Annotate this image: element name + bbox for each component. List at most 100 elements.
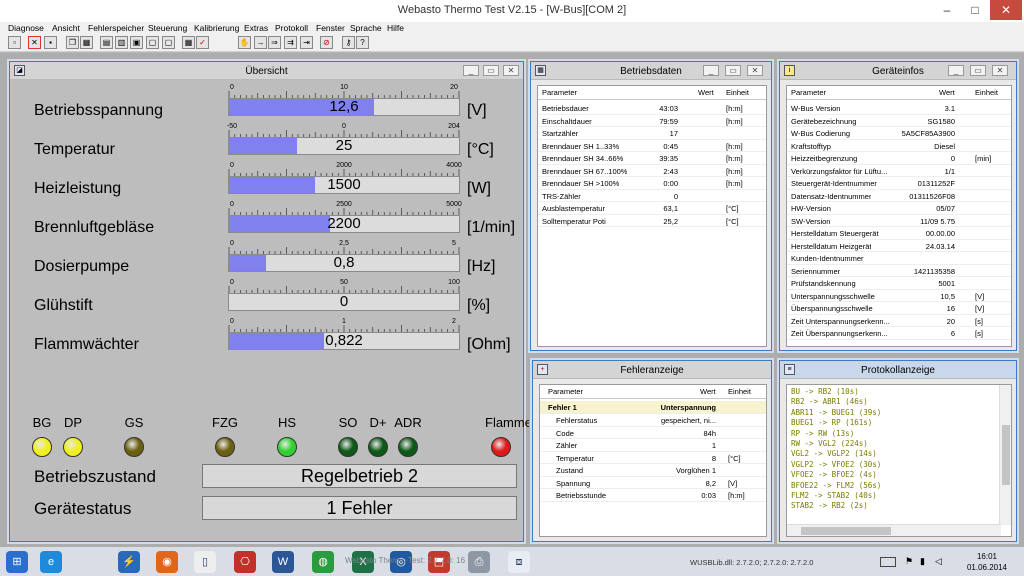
cut-icon[interactable]: ▪ — [44, 36, 57, 49]
column-header[interactable]: Einheit — [728, 387, 751, 396]
table-row[interactable]: Brenndauer SH 1..33% 0:45 [h:m] — [538, 140, 766, 152]
windows-start-icon[interactable]: ⊞ — [6, 551, 28, 573]
tray-volume-icon[interactable]: ◁ — [935, 556, 942, 567]
uebersicht-minimize-button[interactable]: _ — [463, 65, 479, 76]
keyboard-icon[interactable] — [880, 557, 896, 567]
menu-diagnose[interactable]: Diagnose — [8, 22, 44, 34]
protocol-log[interactable]: BU -> RB2 (10s) RB2 -> ABR1 (46s) ABR11 ->… — [786, 384, 1012, 537]
table-row[interactable]: Datensatz-Identnummer 01311526F08 — [787, 190, 1011, 202]
table-row[interactable]: Überspannungsschwelle 16 [V] — [787, 302, 1011, 315]
green-app-icon[interactable]: ◍ — [312, 551, 334, 573]
fehleranzeige-table[interactable]: Parameter Wert Einheit Fehler 1 Unterspannun… — [539, 384, 767, 537]
hand-icon[interactable]: ✋ — [238, 36, 251, 49]
betriebsdaten-table[interactable]: Parameter Wert Einheit Betriebsdauer 43:03 [h… — [537, 85, 767, 347]
arrow-right-icon[interactable]: → — [254, 36, 267, 49]
arrow-forward-icon[interactable]: ⇒ — [268, 36, 281, 49]
table-row[interactable]: Betriebsdauer 43:03 [h:m] — [538, 102, 766, 115]
tray-network-icon[interactable]: ▮ — [920, 556, 925, 567]
table-row[interactable]: W-Bus Version 3.1 — [787, 102, 1011, 115]
geraeteinfos-restore-button[interactable]: ▭ — [970, 65, 986, 76]
table-row[interactable]: Zustand Vorglühen 1 — [540, 464, 766, 477]
geraeteinfos-minimize-button[interactable]: _ — [948, 65, 964, 76]
menu-steuerung[interactable]: Steuerung — [148, 22, 187, 34]
column-header[interactable]: Wert — [698, 88, 714, 97]
table-row[interactable]: Gerätebezeichnung SG1580 — [787, 115, 1011, 127]
table-row[interactable]: Fehlerstatus gespeichert, ni... — [540, 414, 766, 427]
table-row[interactable]: SW-Version 11/09 5.75 — [787, 215, 1011, 227]
chart-icon[interactable]: ▥ — [115, 36, 128, 49]
table-row[interactable]: W-Bus Codierung 5A5CF85A3900 — [787, 127, 1011, 140]
column-header[interactable]: Einheit — [726, 88, 749, 97]
geraeteinfos-close-button[interactable]: ✕ — [992, 65, 1008, 76]
table-row[interactable]: Startzähler 17 — [538, 127, 766, 140]
log-hscroll-thumb[interactable] — [801, 527, 891, 535]
uebersicht-titlebar[interactable]: ◪ Übersicht _ ▭ ✕ — [10, 62, 523, 80]
table-row[interactable]: Seriennummer 1421135358 — [787, 265, 1011, 277]
geraeteinfos-titlebar[interactable]: i Geräteinfos _ ▭ ✕ — [780, 62, 1016, 80]
log-horizontal-scrollbar[interactable] — [787, 524, 1001, 536]
menu-hilfe[interactable]: Hilfe — [387, 22, 404, 34]
table-icon-2[interactable]: ▦ — [182, 36, 195, 49]
grid-icon[interactable]: ▤ — [100, 36, 113, 49]
menu-sprache[interactable]: Sprache — [350, 22, 382, 34]
table-row[interactable]: Betriebsstunde 0:03 [h:m] — [540, 489, 766, 502]
arrow-stop-icon[interactable]: ⇥ — [300, 36, 313, 49]
table-row[interactable]: Temperatur 8 [°C] — [540, 452, 766, 464]
menu-protokoll[interactable]: Protokoll — [275, 22, 308, 34]
uebersicht-close-button[interactable]: ✕ — [503, 65, 519, 76]
word-icon[interactable]: W — [272, 551, 294, 573]
uebersicht-restore-button[interactable]: ▭ — [483, 65, 499, 76]
column-header[interactable]: Parameter — [791, 88, 826, 97]
table-row[interactable]: Heizzeitbegrenzung 0 [min] — [787, 152, 1011, 165]
help-icon[interactable]: ? — [356, 36, 369, 49]
menu-fenster[interactable]: Fenster — [316, 22, 345, 34]
log-vertical-scrollbar[interactable] — [999, 385, 1011, 525]
firefox-icon[interactable]: ◉ — [156, 551, 178, 573]
table-row[interactable]: Prüfstandskennung 5001 — [787, 277, 1011, 290]
table-icon[interactable]: ▦ — [80, 36, 93, 49]
table-row[interactable]: Brenndauer SH 67..100% 2:43 [h:m] — [538, 165, 766, 177]
table-row[interactable]: HW-Version 05/07 — [787, 202, 1011, 215]
fehleranzeige-titlebar[interactable]: + Fehleranzeige — [533, 361, 771, 379]
geraeteinfos-table[interactable]: Parameter Wert Einheit W-Bus Version 3.1 Gerä… — [786, 85, 1012, 347]
table-row[interactable]: Spannung 8,2 [V] — [540, 477, 766, 489]
close-button[interactable]: ✕ — [990, 0, 1022, 20]
table-row[interactable]: Brenndauer SH 34..66% 39:35 [h:m] — [538, 152, 766, 165]
arrow-multi-icon[interactable]: ⇉ — [284, 36, 297, 49]
protokollanzeige-titlebar[interactable]: ≡ Protokollanzeige — [780, 361, 1016, 379]
column-header[interactable]: Parameter — [542, 88, 577, 97]
window-icon[interactable]: ▢ — [146, 36, 159, 49]
tray-flag-icon[interactable]: ⚑ — [905, 556, 913, 567]
no-entry-icon[interactable]: ⊘ — [320, 36, 333, 49]
table-row[interactable]: TRS-Zähler 0 — [538, 190, 766, 202]
table-row[interactable]: Zeit Unterspannungserkenn... 20 [s] — [787, 315, 1011, 327]
new-doc-icon[interactable]: ▫ — [8, 36, 21, 49]
table-row[interactable]: Kraftstofftyp Diesel — [787, 140, 1011, 152]
table-row[interactable]: Einschaltdauer 79:59 [h:m] — [538, 115, 766, 127]
table-row[interactable]: Steuergerät-Identnummer 01311252F — [787, 177, 1011, 190]
monitor-icon[interactable]: ▣ — [130, 36, 143, 49]
cancel-icon[interactable]: ✕ — [28, 36, 41, 49]
printer-icon[interactable]: ⎙ — [468, 551, 490, 573]
clock[interactable]: 16:01 01.06.2014 — [960, 551, 1014, 573]
table-row[interactable]: Zähler 1 — [540, 439, 766, 452]
table-row[interactable]: Kunden-Identnummer — [787, 252, 1011, 265]
maximize-button[interactable]: □ — [962, 0, 988, 20]
menu-extras[interactable]: Extras — [244, 22, 268, 34]
table-row[interactable]: Herstelldatum Steuergerät 00.00.00 — [787, 227, 1011, 240]
menu-kalibrierung[interactable]: Kalibrierung — [194, 22, 239, 34]
table-row[interactable]: Code 84h — [540, 427, 766, 439]
log-scroll-thumb[interactable] — [1002, 425, 1010, 485]
menu-fehlerspeicher[interactable]: Fehlerspeicher — [88, 22, 144, 34]
table-row[interactable]: Fehler 1 Unterspannung — [540, 401, 766, 414]
table-row[interactable]: Verkürzungsfaktor für Lüftu... 1/1 — [787, 165, 1011, 177]
key-icon[interactable]: ⚷ — [342, 36, 355, 49]
menu-ansicht[interactable]: Ansicht — [52, 22, 80, 34]
internet-explorer-icon[interactable]: e — [40, 551, 62, 573]
table-row[interactable]: Herstelldatum Heizgerät 24.03.14 — [787, 240, 1011, 252]
table-row[interactable]: Zeit Überspannungserkenn... 6 [s] — [787, 327, 1011, 340]
column-header[interactable]: Wert — [939, 88, 955, 97]
table-row[interactable]: Unterspannungsschwelle 10,5 [V] — [787, 290, 1011, 302]
betriebsdaten-titlebar[interactable]: ▦ Betriebsdaten _ ▭ ✕ — [531, 62, 771, 80]
table-row[interactable]: Ausblastemperatur 63,1 [°C] — [538, 202, 766, 215]
